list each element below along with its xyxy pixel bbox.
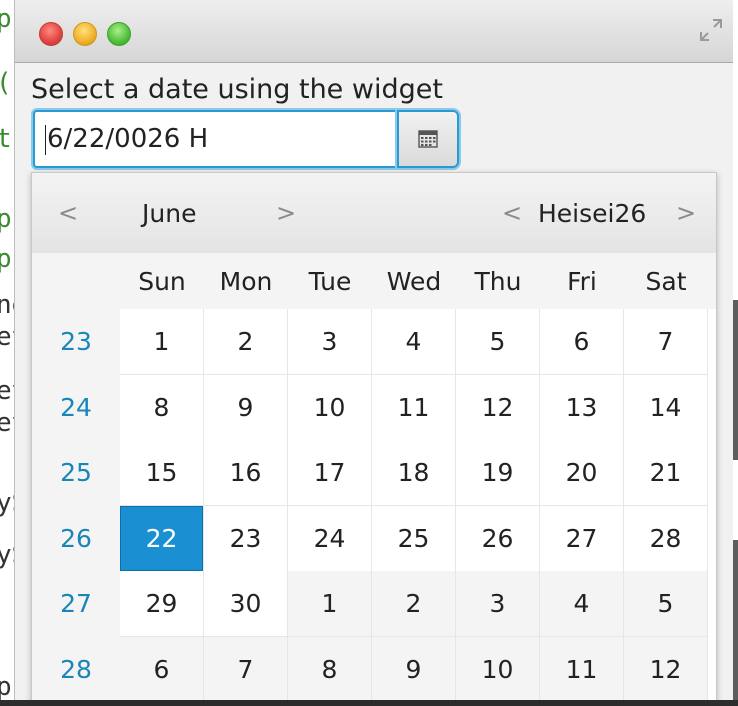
prompt-label: Select a date using the widget	[31, 74, 443, 105]
day-cell[interactable]: 30	[204, 571, 288, 637]
next-year-button[interactable]: >	[676, 199, 696, 227]
day-cell[interactable]: 24	[288, 505, 372, 572]
fullscreen-icon[interactable]	[697, 16, 725, 44]
day-cell[interactable]: 17	[288, 440, 372, 506]
day-cell[interactable]: 5	[456, 309, 540, 375]
day-cell[interactable]: 9	[204, 374, 288, 441]
day-cell[interactable]: 9	[372, 636, 456, 703]
calendar-grid-icon	[418, 130, 438, 148]
week-number: 28	[60, 654, 92, 684]
day-cell[interactable]: 12	[624, 636, 708, 703]
zoom-button[interactable]	[107, 22, 131, 46]
background-text: p	[0, 4, 12, 34]
day-cell[interactable]: 18	[372, 440, 456, 506]
selected-day-cell[interactable]: 22	[120, 505, 204, 572]
background-text: t	[0, 124, 12, 154]
app-window: Select a date using the widget 6/22/0026…	[14, 0, 733, 706]
background-text: (	[0, 68, 12, 98]
week-number: 25	[60, 458, 92, 487]
day-cell[interactable]: 10	[288, 374, 372, 441]
day-cell[interactable]: 23	[204, 505, 288, 572]
day-cell[interactable]: 3	[288, 309, 372, 375]
day-cell[interactable]: 8	[288, 636, 372, 703]
day-cell[interactable]: 28	[624, 505, 708, 572]
day-cell[interactable]: 3	[456, 571, 540, 637]
era-year-label: Heisei26	[538, 199, 647, 228]
day-header: Thu	[474, 267, 522, 296]
close-button[interactable]	[39, 22, 63, 46]
day-cell[interactable]: 13	[540, 374, 624, 441]
day-cell[interactable]: 12	[456, 374, 540, 441]
date-input[interactable]: 6/22/0026 H	[33, 110, 397, 168]
text-caret	[45, 124, 46, 155]
calendar-button[interactable]	[397, 110, 459, 168]
date-input-value: 6/22/0026 H	[47, 124, 209, 154]
background-text: p	[0, 204, 12, 234]
day-cell[interactable]: 7	[624, 309, 708, 375]
day-header: Wed	[386, 267, 442, 296]
day-cell[interactable]: 11	[372, 374, 456, 441]
day-cell[interactable]: 8	[120, 374, 204, 441]
day-cell[interactable]: 2	[204, 309, 288, 375]
day-cell[interactable]: 6	[540, 309, 624, 375]
day-cell[interactable]: 4	[540, 571, 624, 637]
day-cell[interactable]: 10	[456, 636, 540, 703]
background-app-bottom	[0, 700, 738, 706]
week-number: 24	[60, 392, 92, 422]
day-cell[interactable]: 27	[540, 505, 624, 572]
title-bar	[15, 0, 733, 63]
previous-year-button[interactable]: <	[502, 199, 522, 227]
week-number: 26	[60, 523, 92, 553]
day-cell[interactable]: 25	[372, 505, 456, 572]
day-cell[interactable]: 4	[372, 309, 456, 375]
day-cell[interactable]: 29	[120, 571, 204, 637]
calendar-navigation: < June > < Heisei26 >	[32, 173, 716, 254]
day-cell[interactable]: 15	[120, 440, 204, 506]
day-cell[interactable]: 16	[204, 440, 288, 506]
day-header: Sun	[138, 267, 186, 296]
date-picker-popup: < June > < Heisei26 > Sun Mon Tue Wed Thu Fri…	[31, 172, 717, 704]
day-cell[interactable]: 1	[120, 309, 204, 375]
day-cell[interactable]: 6	[120, 636, 204, 703]
day-cell[interactable]: 19	[456, 440, 540, 506]
day-header: Tue	[308, 267, 352, 296]
next-month-button[interactable]: >	[276, 199, 296, 227]
day-of-week-header: Sun Mon Tue Wed Thu Fri Sat	[32, 253, 716, 309]
day-header: Mon	[219, 267, 273, 296]
day-header: Sat	[645, 267, 687, 296]
minimize-button[interactable]	[73, 22, 97, 46]
day-cell[interactable]: 5	[624, 571, 708, 637]
month-label: June	[142, 199, 197, 228]
day-cell[interactable]: 7	[204, 636, 288, 703]
day-cell[interactable]: 14	[624, 374, 708, 441]
week-number: 27	[60, 589, 92, 618]
day-header: Fri	[567, 267, 597, 296]
day-cell[interactable]: 2	[372, 571, 456, 637]
background-text: p	[0, 244, 12, 274]
week-number-column	[32, 309, 120, 703]
day-cell[interactable]: 20	[540, 440, 624, 506]
previous-month-button[interactable]: <	[58, 199, 78, 227]
week-number: 23	[60, 327, 92, 356]
day-cell[interactable]: 21	[624, 440, 708, 506]
background-app-left: p ( t p p ne et et et yS yS p)	[0, 0, 27, 706]
day-cell[interactable]: 1	[288, 571, 372, 637]
day-cell[interactable]: 11	[540, 636, 624, 703]
day-cell[interactable]: 26	[456, 505, 540, 572]
